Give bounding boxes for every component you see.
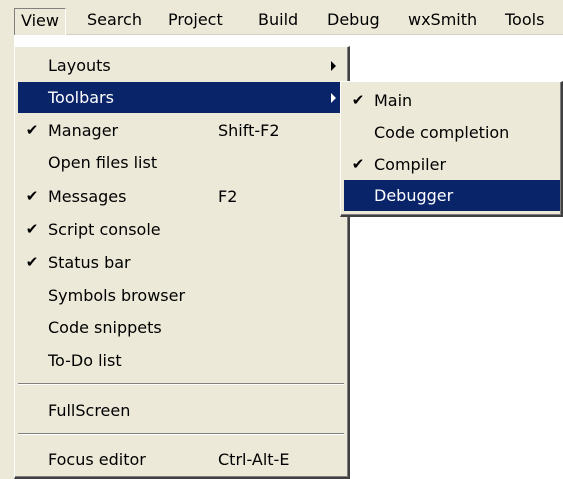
menu-item-label: Code completion xyxy=(374,123,510,142)
menu-debug[interactable]: Debug xyxy=(321,8,386,34)
checkmark-icon: ✔ xyxy=(25,121,39,139)
menu-item-label: Code snippets xyxy=(48,318,162,337)
menu-item-open-files-list[interactable]: Open files list xyxy=(18,147,346,178)
menu-item-label: FullScreen xyxy=(48,401,131,420)
menu-item-label: Debugger xyxy=(374,186,454,205)
menu-item-todo-list[interactable]: To-Do list xyxy=(18,345,346,376)
menu-item-label: Focus editor xyxy=(48,450,146,469)
checkmark-icon: ✔ xyxy=(351,155,365,173)
menu-item-manager[interactable]: ✔ Manager Shift-F2 xyxy=(18,115,346,146)
menu-item-fullscreen[interactable]: FullScreen xyxy=(18,395,346,426)
checkmark-icon: ✔ xyxy=(25,187,39,205)
menu-item-label: Open files list xyxy=(48,153,158,172)
menu-item-messages[interactable]: ✔ Messages F2 xyxy=(18,181,346,212)
menu-item-toolbars[interactable]: Toolbars xyxy=(18,82,346,113)
menu-item-label: Script console xyxy=(48,220,161,239)
submenu-item-compiler[interactable]: ✔ Compiler xyxy=(344,149,560,180)
menu-build-label: Build xyxy=(258,10,299,29)
menu-debug-label: Debug xyxy=(327,10,380,29)
menu-item-symbols-browser[interactable]: Symbols browser xyxy=(18,280,346,311)
menu-item-label: Layouts xyxy=(48,56,111,75)
menu-item-shortcut: Ctrl-Alt-E xyxy=(218,450,290,469)
menu-item-focus-editor[interactable]: Focus editor Ctrl-Alt-E xyxy=(18,444,346,475)
menu-search-label: Search xyxy=(87,10,142,29)
menu-build[interactable]: Build xyxy=(252,8,304,34)
menu-item-label: Manager xyxy=(48,121,119,140)
menu-separator xyxy=(18,383,344,385)
menu-view-label: View xyxy=(21,11,59,30)
menu-wxsmith-label: wxSmith xyxy=(408,10,478,29)
menu-bar: View Search Project Build Debug wxSmith … xyxy=(0,0,563,35)
checkmark-icon: ✔ xyxy=(351,91,365,109)
menu-wxsmith[interactable]: wxSmith xyxy=(402,8,483,34)
menu-item-label: To-Do list xyxy=(48,351,122,370)
menu-item-label: Toolbars xyxy=(48,88,114,107)
menu-item-label: Compiler xyxy=(374,155,447,174)
menu-item-label: Symbols browser xyxy=(48,286,186,305)
menu-project-label: Project xyxy=(168,10,223,29)
menu-item-script-console[interactable]: ✔ Script console xyxy=(18,214,346,245)
menu-item-label: Messages xyxy=(48,187,127,206)
view-menu-dropdown: Layouts Toolbars ✔ Manager Shift-F2 Open… xyxy=(14,46,350,479)
submenu-item-main[interactable]: ✔ Main xyxy=(344,85,560,116)
menu-item-shortcut: Shift-F2 xyxy=(218,121,280,140)
menu-item-shortcut: F2 xyxy=(218,187,238,206)
submenu-item-debugger[interactable]: Debugger xyxy=(344,180,560,211)
submenu-arrow-icon xyxy=(331,61,336,71)
menu-item-code-snippets[interactable]: Code snippets xyxy=(18,312,346,343)
menu-item-label: Main xyxy=(374,91,413,110)
menu-view[interactable]: View xyxy=(14,8,66,35)
menu-search[interactable]: Search xyxy=(81,8,148,34)
menu-item-layouts[interactable]: Layouts xyxy=(18,50,346,81)
checkmark-icon: ✔ xyxy=(25,253,39,271)
menu-project[interactable]: Project xyxy=(162,8,229,34)
menu-tools[interactable]: Tools xyxy=(499,8,550,34)
menu-separator xyxy=(18,433,344,435)
checkmark-icon: ✔ xyxy=(25,220,39,238)
submenu-arrow-icon xyxy=(331,93,336,103)
window-edge xyxy=(0,34,14,479)
submenu-item-code-completion[interactable]: Code completion xyxy=(344,117,560,148)
menu-item-status-bar[interactable]: ✔ Status bar xyxy=(18,247,346,278)
menu-item-label: Status bar xyxy=(48,253,131,272)
toolbars-submenu: ✔ Main Code completion ✔ Compiler Debugg… xyxy=(340,81,563,217)
menu-tools-label: Tools xyxy=(505,10,545,29)
